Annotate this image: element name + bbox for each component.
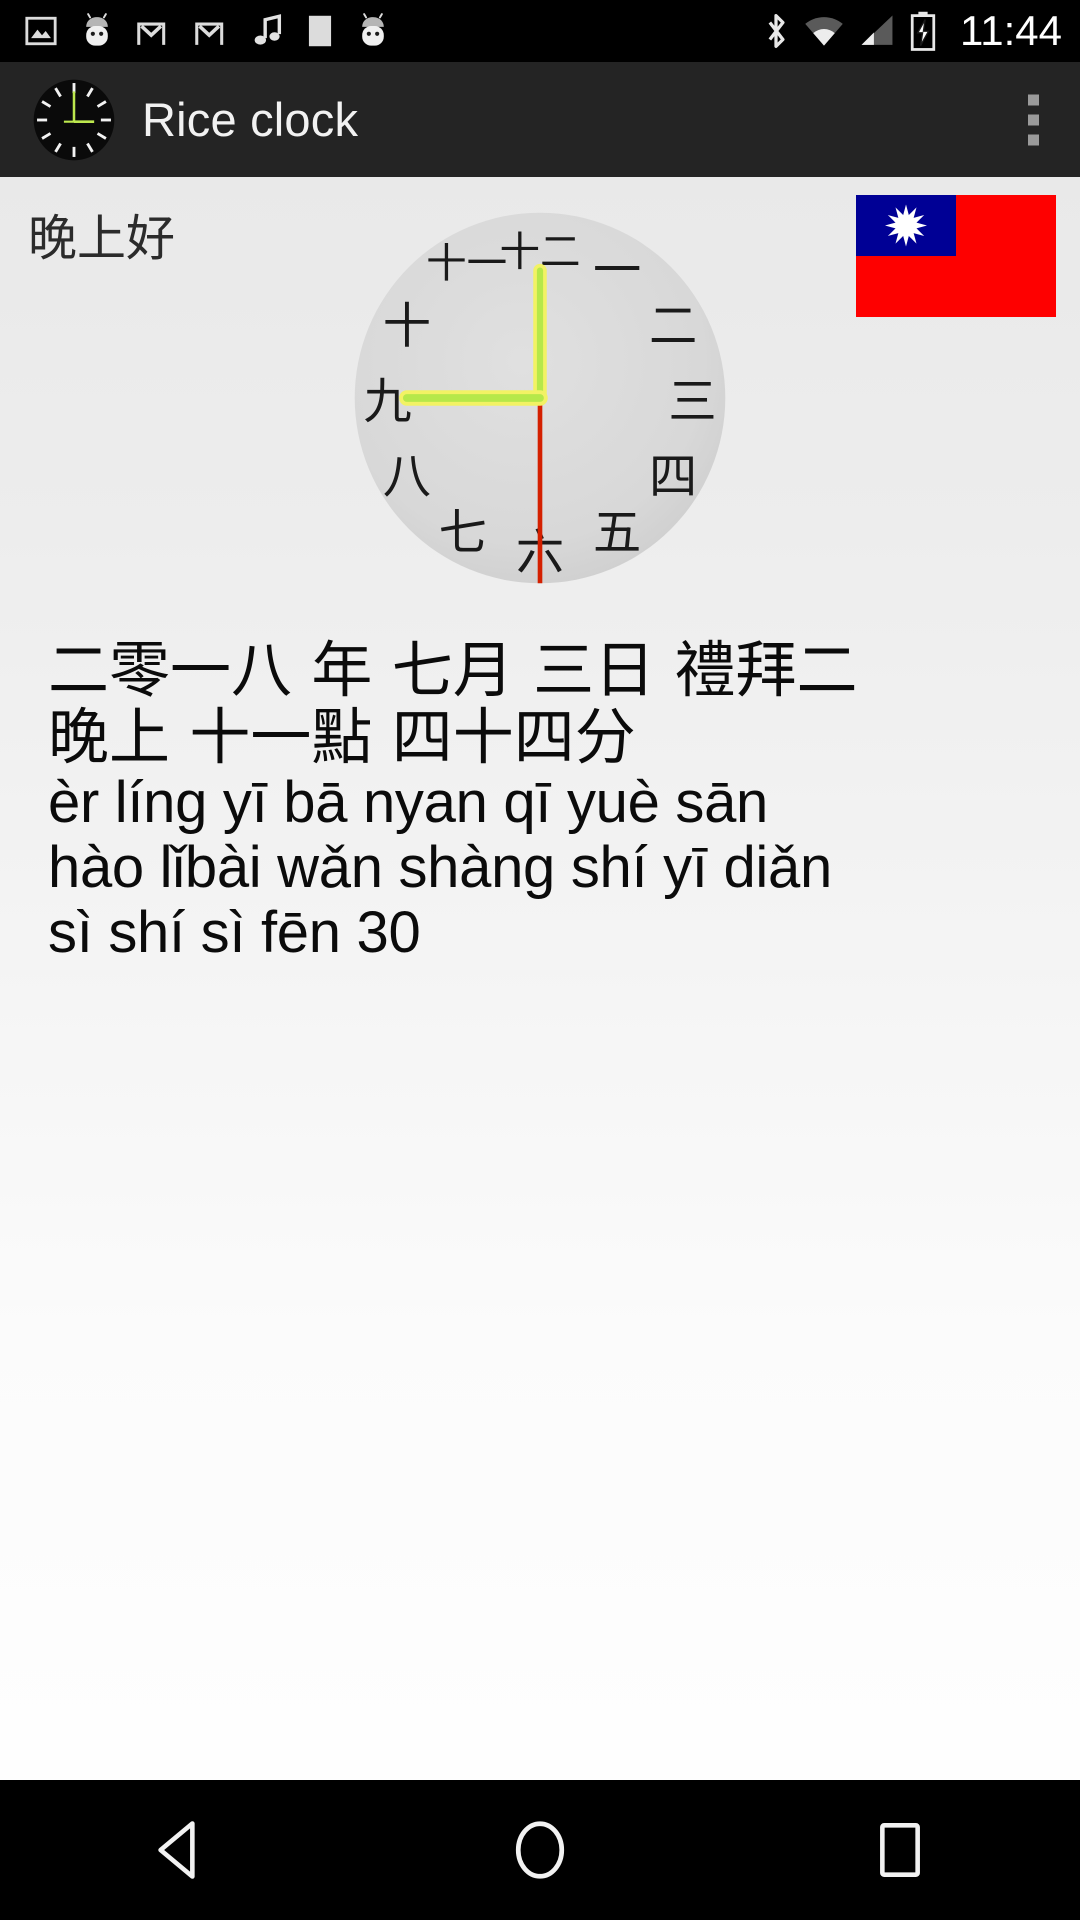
phone-screen: 11:44 Rice clock 晚上好 十二 一 二 三 四 五 六 七 八 … (0, 0, 1080, 1920)
pinyin-line-2: hào lǐbài wǎn shàng shí yī diǎn (48, 835, 832, 901)
app-bar: Rice clock (0, 62, 1080, 177)
bluetooth-icon (768, 14, 785, 48)
music-note-icon (254, 14, 282, 45)
clock-numeral-8: 八 (383, 449, 431, 505)
clock-numeral-5: 五 (593, 505, 641, 561)
analog-clock: 十二 一 二 三 四 五 六 七 八 九 十 十一 (347, 205, 733, 591)
recents-square-icon (880, 1823, 920, 1877)
clock-numeral-7: 七 (439, 505, 487, 561)
pinyin-line-3: sì shí sì fēn 30 (48, 900, 421, 966)
overflow-menu-icon[interactable] (1012, 84, 1044, 155)
pinyin-line-1: èr líng yī bā nyan qī yuè sān (48, 770, 768, 836)
time-description-block: 二零一八 年 七月 三日 禮拜二 晚上 十一點 四十四分 èr líng yī … (48, 637, 1048, 966)
gmail-icon (137, 22, 166, 45)
clock-numeral-1: 一 (593, 243, 641, 299)
white-sun-icon (885, 204, 927, 247)
clock-numeral-3: 三 (668, 374, 716, 430)
status-bar: 11:44 (0, 0, 1080, 62)
page-title: Rice clock (142, 93, 359, 146)
clock-face: 十二 一 二 三 四 五 六 七 八 九 十 十一 (354, 212, 726, 584)
cellular-signal-icon (861, 15, 893, 45)
clock-numeral-11: 十一 (426, 239, 507, 287)
chinese-date-line-1: 二零一八 年 七月 三日 禮拜二 (48, 635, 858, 706)
home-button[interactable] (465, 1780, 615, 1920)
greeting-text: 晚上好 (28, 212, 176, 266)
blank-square-icon (308, 15, 332, 47)
clock-numeral-10: 十 (383, 299, 431, 355)
android-icon (86, 13, 108, 46)
clock-icon (33, 79, 115, 160)
main-content: 晚上好 十二 一 二 三 四 五 六 七 八 九 十 十一 二零一八 年 七月 … (0, 177, 1080, 1780)
back-button[interactable] (105, 1780, 255, 1920)
clock-numeral-4: 四 (649, 449, 697, 505)
image-icon (25, 16, 57, 46)
taiwan-flag (856, 195, 1056, 317)
navigation-bar (0, 1780, 1080, 1920)
status-bar-clock: 11:44 (960, 7, 1062, 54)
battery-charging-icon (910, 11, 936, 51)
flag-canton (856, 195, 956, 256)
status-bar-notification-icons (0, 13, 390, 49)
wifi-icon (805, 17, 843, 46)
status-bar-system-icons: 11:44 (762, 0, 1062, 62)
gmail-icon (195, 22, 224, 45)
recents-button[interactable] (825, 1780, 975, 1920)
home-circle-icon (515, 1821, 565, 1879)
back-triangle-icon (158, 1821, 195, 1879)
android-icon (362, 13, 384, 46)
clock-numeral-2: 二 (649, 299, 697, 355)
chinese-date-line-2: 晚上 十一點 四十四分 (48, 702, 636, 774)
